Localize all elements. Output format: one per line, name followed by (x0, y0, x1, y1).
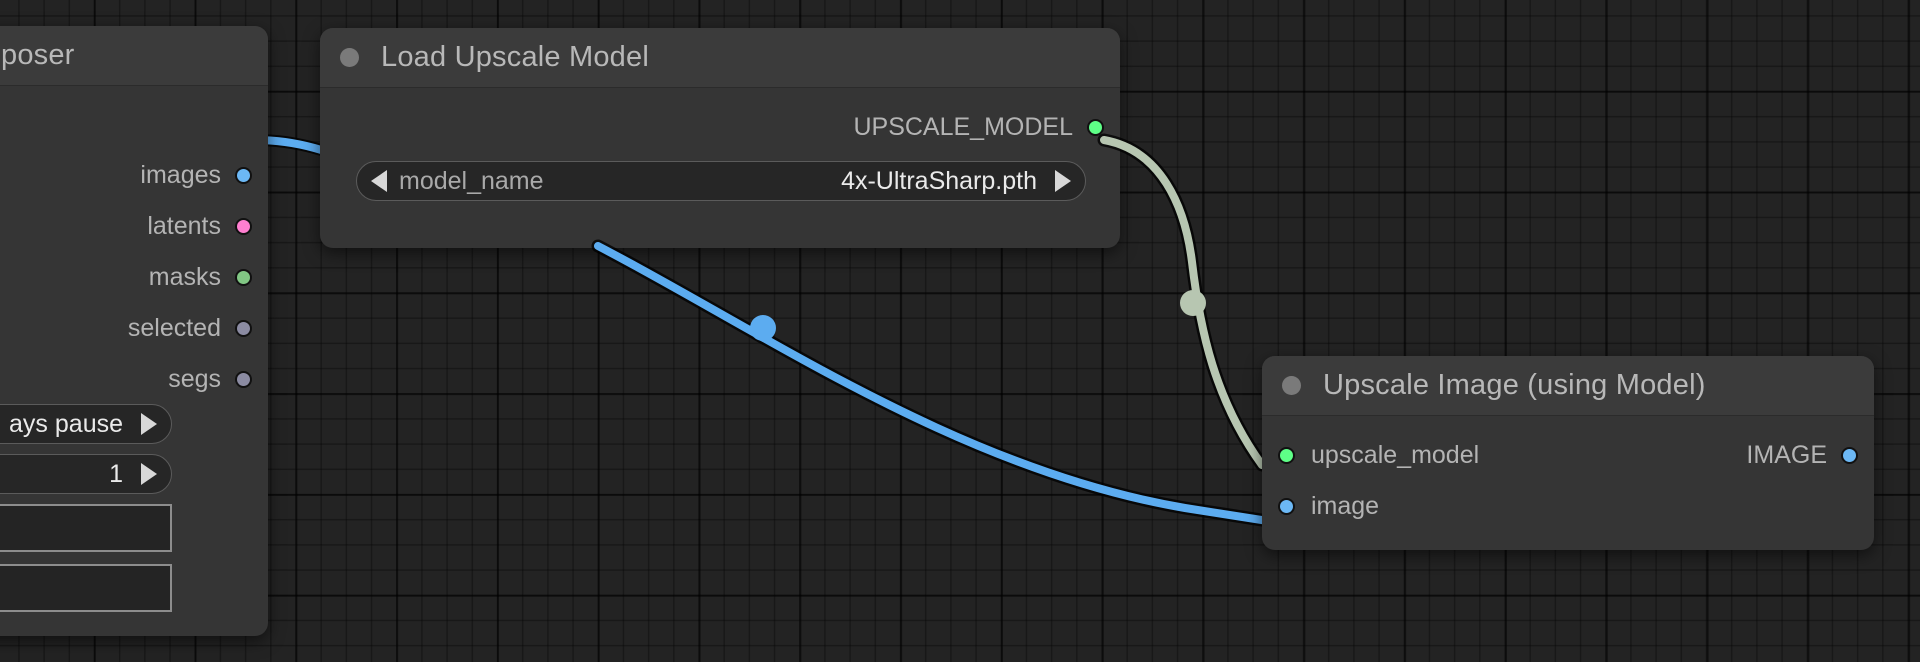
output-slot-dot-selected[interactable] (235, 319, 252, 337)
output-slot-dot-upscale-model[interactable] (1087, 118, 1104, 136)
widget-text-field-2[interactable] (0, 564, 172, 612)
output-slot-label-upscale-model: UPSCALE_MODEL (853, 112, 1073, 141)
input-slot-label-image: image (1311, 491, 1380, 520)
output-slot-dot-image[interactable] (1841, 446, 1858, 464)
node-upscale-image-using-model[interactable]: Upscale Image (using Model) upscale_mode… (1262, 356, 1874, 550)
output-slot-label-selected: selected (127, 313, 221, 342)
widget-model-name-value: 4x-UltraSharp.pth (841, 166, 1037, 195)
output-slot-upscale-model[interactable]: UPSCALE_MODEL (853, 112, 1104, 141)
link-midpoint-dot-upscale-model (1180, 290, 1206, 316)
widget-count-value: 1 (109, 459, 123, 488)
node-title-text-upscale-image: Upscale Image (using Model) (1323, 369, 1706, 401)
node-title-bar-composer[interactable]: poser (0, 26, 268, 86)
input-slot-upscale-model[interactable]: upscale_model (1278, 440, 1480, 469)
widget-pause-mode-combo[interactable]: ays pause (0, 404, 172, 444)
output-slot-image[interactable]: IMAGE (1746, 440, 1858, 469)
node-title-bar-upscale-image[interactable]: Upscale Image (using Model) (1262, 356, 1874, 416)
input-slot-dot-image[interactable] (1278, 497, 1295, 515)
node-graph-canvas[interactable]: poser images latents masks selected segs (0, 0, 1920, 662)
node-load-upscale-model[interactable]: Load Upscale Model UPSCALE_MODEL model_n… (320, 28, 1120, 248)
link-midpoint-dot-image (750, 315, 776, 341)
widget-text-field-1[interactable] (0, 504, 172, 552)
input-slot-label-upscale-model: upscale_model (1311, 440, 1480, 469)
output-slot-dot-segs[interactable] (235, 370, 252, 388)
output-slot-label-images: images (140, 160, 221, 189)
output-slot-label-segs: segs (168, 364, 221, 393)
output-slot-segs[interactable]: segs (168, 364, 252, 393)
chevron-right-icon[interactable] (141, 413, 157, 435)
chevron-right-icon[interactable] (1055, 170, 1071, 192)
input-slot-image[interactable]: image (1278, 491, 1380, 520)
node-title-text-load-upscale-model: Load Upscale Model (381, 41, 649, 73)
widget-model-name-label: model_name (399, 166, 544, 195)
output-slot-label-masks: masks (148, 262, 221, 291)
collapse-dot-icon[interactable] (1282, 376, 1301, 395)
node-image-composer[interactable]: poser images latents masks selected segs (0, 26, 268, 636)
output-slot-images[interactable]: images (140, 160, 252, 189)
output-slot-dot-masks[interactable] (235, 268, 252, 286)
collapse-dot-icon[interactable] (340, 48, 359, 67)
widget-model-name-combo[interactable]: model_name 4x-UltraSharp.pth (356, 161, 1086, 201)
output-slot-latents[interactable]: latents (147, 211, 252, 240)
widget-pause-mode-value: ays pause (9, 409, 123, 438)
node-title-text-composer: poser (1, 39, 75, 71)
widget-count-number[interactable]: 1 (0, 454, 172, 494)
chevron-left-icon[interactable] (371, 170, 387, 192)
output-slot-label-image: IMAGE (1746, 440, 1827, 469)
node-title-bar-load-upscale-model[interactable]: Load Upscale Model (320, 28, 1120, 88)
chevron-right-icon[interactable] (141, 463, 157, 485)
input-slot-dot-upscale-model[interactable] (1278, 446, 1295, 464)
output-slot-dot-latents[interactable] (235, 217, 252, 235)
output-slot-selected[interactable]: selected (127, 313, 252, 342)
output-slot-masks[interactable]: masks (148, 262, 252, 291)
output-slot-label-latents: latents (147, 211, 221, 240)
output-slot-dot-images[interactable] (235, 166, 252, 184)
